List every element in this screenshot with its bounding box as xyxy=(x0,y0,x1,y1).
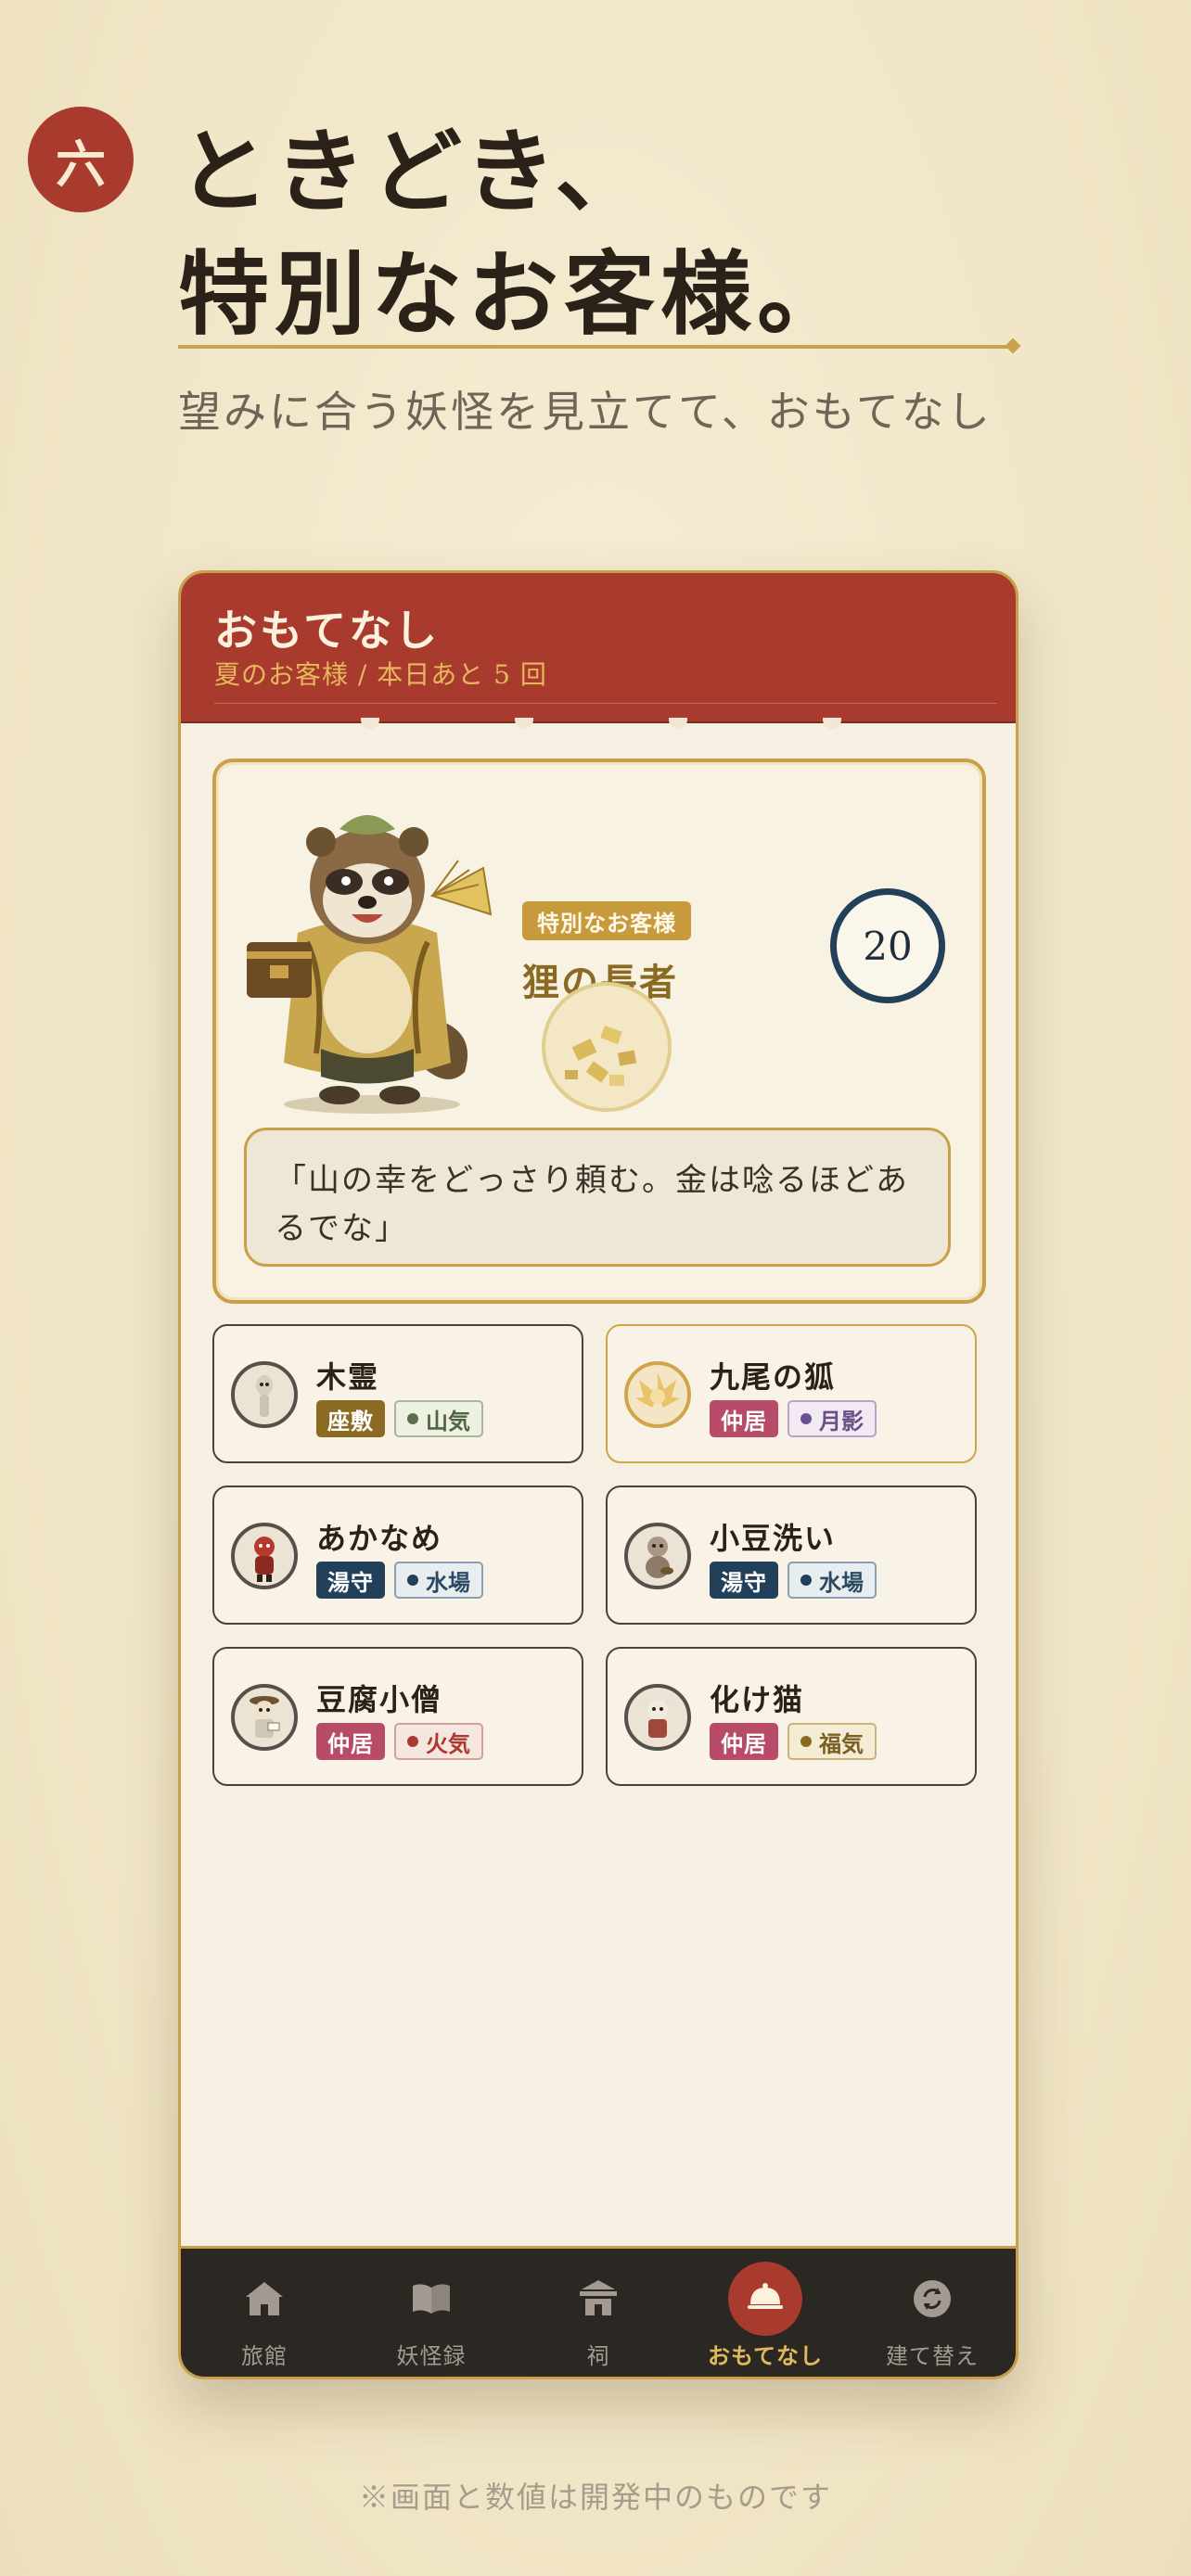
yokai-name: 化け猫 xyxy=(710,1682,805,1717)
tab-label: 妖怪録 xyxy=(396,2343,467,2369)
element-dot-icon xyxy=(407,1736,418,1747)
yokai-avatar xyxy=(231,1523,298,1589)
yokai-card-kyubi-no-kitsune[interactable]: 九尾の狐 仲居 月影 xyxy=(606,1324,977,1463)
element-dot-icon xyxy=(800,1413,812,1424)
element-label: 水場 xyxy=(426,1568,470,1596)
app-title: おもてなし xyxy=(214,606,441,656)
tab-ryokan[interactable]: 旅館 xyxy=(181,2249,348,2377)
yokai-name: 豆腐小僧 xyxy=(316,1682,443,1717)
element-label: 火気 xyxy=(426,1729,470,1757)
yokai-avatar xyxy=(231,1361,298,1428)
element-dot-icon xyxy=(407,1413,418,1424)
ryokan-icon xyxy=(246,2282,283,2315)
chapter-number-badge: 六 xyxy=(28,107,134,212)
headline-line-2: 特別なお客様。 xyxy=(178,241,854,348)
app-subtitle: 夏のお客様 / 本日あと 5 回 xyxy=(214,659,547,690)
gold-coins-icon xyxy=(542,982,672,1112)
service-bell-icon xyxy=(748,2283,783,2309)
rebuild-icon xyxy=(914,2280,951,2317)
element-label: 月影 xyxy=(819,1407,864,1435)
tab-hokora[interactable]: 祠 xyxy=(515,2249,682,2377)
guest-request-quote: 「山の幸をどっさり頼む。金は唸るほどあるでな」 xyxy=(244,1128,951,1267)
element-badge: 月影 xyxy=(788,1400,877,1437)
element-dot-icon xyxy=(407,1575,418,1586)
special-guest-card[interactable]: 特別なお客様 狸の長者 20 「山の幸をどっさり頼む。金は唸るほどあるでな」 xyxy=(212,759,986,1304)
special-guest-tag: 特別なお客様 xyxy=(522,901,691,940)
book-icon xyxy=(413,2284,450,2314)
element-badge: 水場 xyxy=(394,1562,483,1599)
yokai-name: あかなめ xyxy=(316,1521,443,1556)
yokai-card-tofu-kozo[interactable]: 豆腐小僧 仲居 火気 xyxy=(212,1647,583,1786)
role-badge: 座敷 xyxy=(316,1400,385,1437)
yokai-name: 木霊 xyxy=(316,1359,380,1395)
yokai-card-akaname[interactable]: あかなめ 湯守 水場 xyxy=(212,1486,583,1625)
element-label: 山気 xyxy=(426,1407,470,1435)
yokai-avatar xyxy=(624,1684,691,1751)
tab-yokai-roku[interactable]: 妖怪録 xyxy=(348,2249,515,2377)
tab-tatekae[interactable]: 建て替え xyxy=(849,2249,1016,2377)
element-badge: 山気 xyxy=(394,1400,483,1437)
role-badge: 湯守 xyxy=(316,1562,385,1599)
bottom-tab-bar: 旅館 妖怪録 祠 おもてなし 建て替え xyxy=(181,2246,1016,2377)
role-badge: 仲居 xyxy=(316,1723,385,1760)
phone-screen: おもてなし 夏のお客様 / 本日あと 5 回 特別なお客様 20 「山の幸をどっ… xyxy=(178,570,1018,2379)
element-dot-icon xyxy=(800,1736,812,1747)
yokai-name: 九尾の狐 xyxy=(710,1359,837,1395)
role-badge: 仲居 xyxy=(710,1400,778,1437)
header-tassel xyxy=(669,718,687,729)
tab-omotenashi[interactable]: おもてなし xyxy=(682,2249,849,2377)
element-badge: 福気 xyxy=(788,1723,877,1760)
headline-divider xyxy=(178,345,1013,349)
tab-label: 祠 xyxy=(586,2343,610,2369)
development-footnote: ※画面と数値は開発中のものです xyxy=(358,2480,832,2515)
tanuki-chief-illustration xyxy=(247,815,493,1114)
headline-line-1: ときどき、 xyxy=(178,119,652,225)
header-tassel xyxy=(361,718,379,729)
yokai-avatar xyxy=(231,1684,298,1751)
element-badge: 火気 xyxy=(394,1723,483,1760)
yokai-avatar xyxy=(624,1523,691,1589)
element-dot-icon xyxy=(800,1575,812,1586)
header-tassel xyxy=(823,718,841,729)
header-tassel xyxy=(515,718,533,729)
yokai-avatar xyxy=(624,1361,691,1428)
header-divider xyxy=(214,703,997,704)
tab-label: おもてなし xyxy=(707,2342,824,2369)
promo-subline: 望みに合う妖怪を見立てて、おもてなし xyxy=(178,387,992,437)
yokai-card-bakeneko[interactable]: 化け猫 仲居 福気 xyxy=(606,1647,977,1786)
app-header: おもてなし 夏のお客様 / 本日あと 5 回 xyxy=(181,573,1016,723)
tab-label: 旅館 xyxy=(241,2343,288,2369)
role-badge: 仲居 xyxy=(710,1723,778,1760)
divider-diamond xyxy=(1005,338,1021,354)
yokai-card-azukiarai[interactable]: 小豆洗い 湯守 水場 xyxy=(606,1486,977,1625)
element-label: 水場 xyxy=(819,1568,864,1596)
promo-headline: ときどき、 特別なお客様。 xyxy=(178,111,853,356)
shrine-icon xyxy=(580,2280,617,2315)
yokai-name: 小豆洗い xyxy=(710,1521,837,1556)
element-badge: 水場 xyxy=(788,1562,877,1599)
role-badge: 湯守 xyxy=(710,1562,778,1599)
element-label: 福気 xyxy=(819,1729,864,1757)
guest-score-ring: 20 xyxy=(830,888,945,1003)
yokai-card-kodama[interactable]: 木霊 座敷 山気 xyxy=(212,1324,583,1463)
tab-label: 建て替え xyxy=(886,2343,979,2369)
